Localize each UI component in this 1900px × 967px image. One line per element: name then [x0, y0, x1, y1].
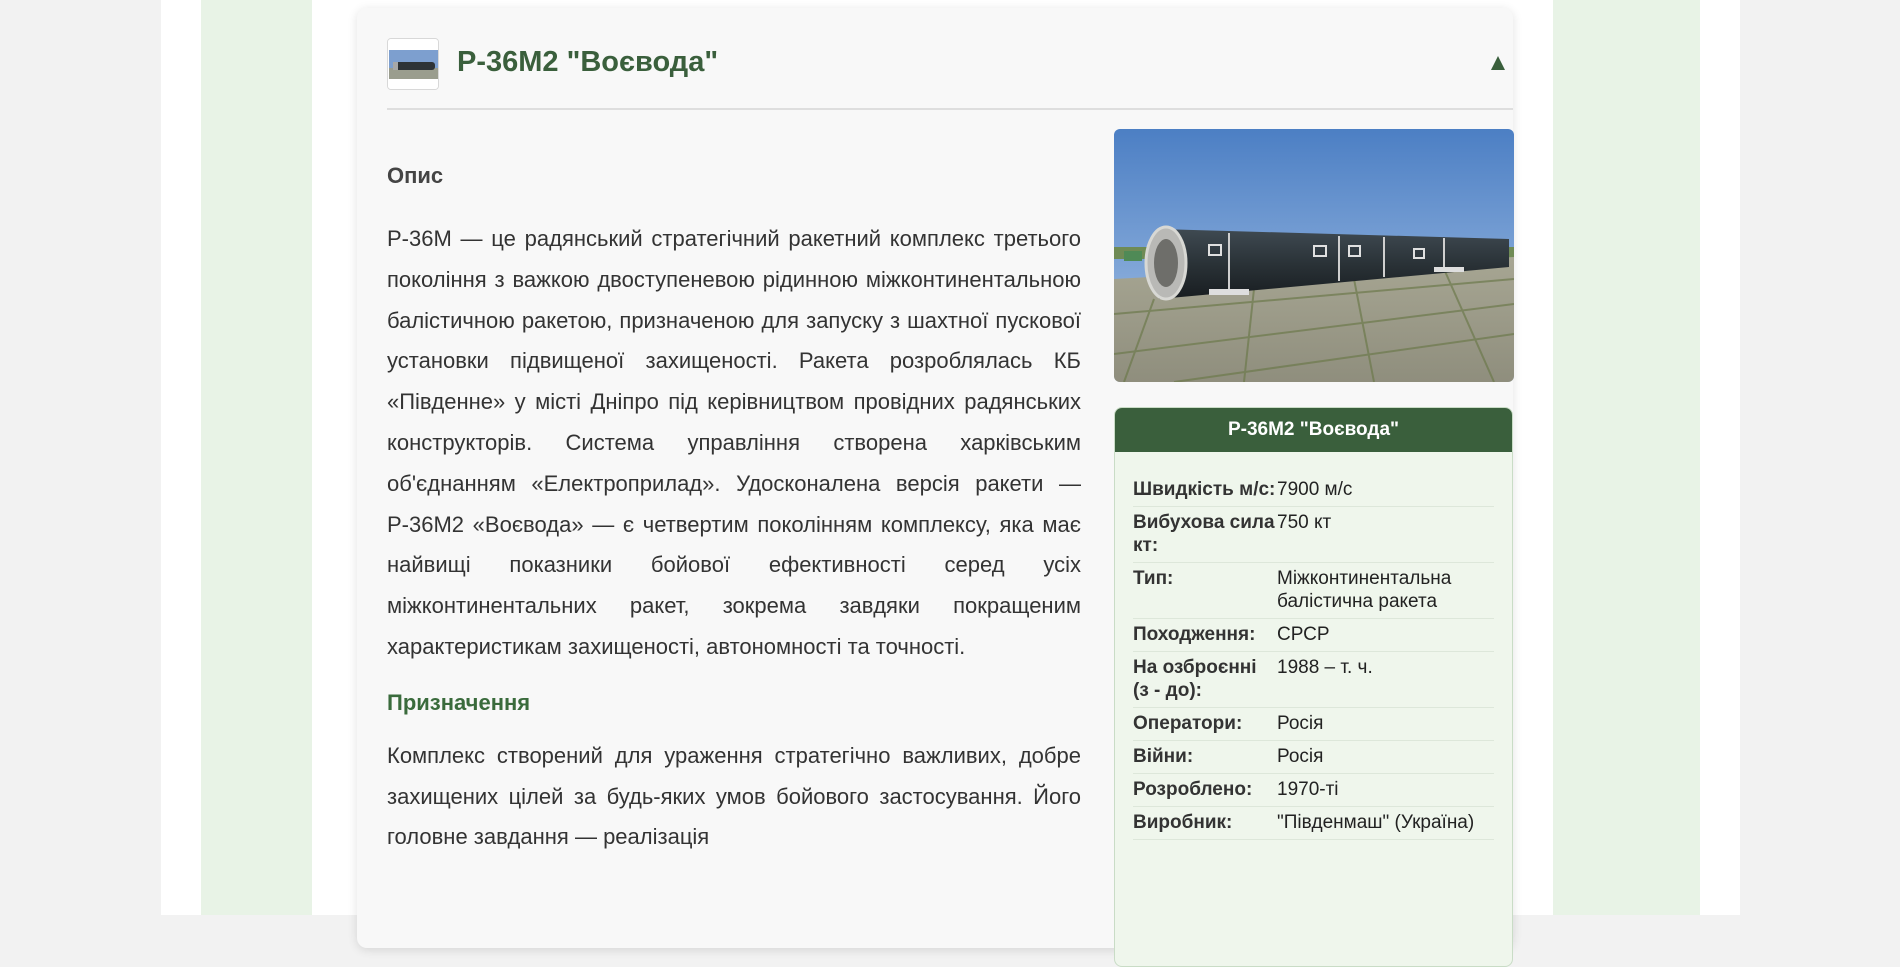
infobox-rows: Швидкість м/с: 7900 м/с Вибухова сила кт…: [1115, 452, 1512, 840]
infobox-value: Росія: [1277, 713, 1324, 734]
collapse-toggle-button[interactable]: ▲: [1483, 48, 1513, 78]
missile-photo: [1114, 129, 1514, 382]
card-header[interactable]: Р-36М2 "Воєвода" ▲: [387, 38, 1513, 110]
description-heading: Опис: [387, 163, 444, 188]
infobox-row: Тип: Міжконтинентальна балістична ракета: [1133, 563, 1494, 619]
missile-card: Р-36М2 "Воєвода" ▲ Опис Р-36М — це радян…: [357, 8, 1514, 967]
card-title: Р-36М2 "Воєвода": [457, 46, 719, 78]
infobox-row: Походження: СРСР: [1133, 619, 1494, 652]
infobox-key: Оператори:: [1133, 713, 1243, 734]
infobox-row: Розроблено: 1970-ті: [1133, 774, 1494, 807]
infobox-key: На озброєнні (з - до):: [1133, 657, 1257, 701]
infobox-value: 750 кт: [1277, 512, 1332, 533]
description-paragraph: Р-36М — це радянський стратегічний ракет…: [387, 226, 1081, 659]
infobox-value: "Південмаш" (Україна): [1277, 812, 1475, 833]
infobox-key: Походження:: [1133, 624, 1256, 645]
triangle-up-icon: ▲: [1486, 49, 1510, 76]
infobox-row: На озброєнні (з - до): 1988 – т. ч.: [1133, 652, 1494, 708]
infobox-title: Р-36М2 "Воєвода": [1115, 408, 1512, 452]
infobox-row: Виробник: "Південмаш" (Україна): [1133, 807, 1494, 840]
infobox-row: Швидкість м/с: 7900 м/с: [1133, 474, 1494, 507]
purpose-paragraph: Комплекс створений для ураження стратегі…: [387, 742, 1081, 850]
infobox-value: Міжконтинентальна балістична ракета: [1277, 568, 1452, 612]
infobox-value: Росія: [1277, 746, 1324, 767]
infobox-value: 1988 – т. ч.: [1277, 657, 1373, 678]
infobox-key: Розроблено:: [1133, 779, 1253, 800]
infobox-key: Швидкість м/с:: [1133, 479, 1276, 500]
purpose-heading: Призначення: [387, 689, 531, 715]
article-text: Опис Р-36М — це радянський стратегічний …: [387, 148, 1081, 858]
infobox-row: Оператори: Росія: [1133, 708, 1494, 741]
infobox-value: 7900 м/с: [1277, 479, 1353, 500]
infobox-value: 1970-ті: [1277, 779, 1339, 800]
infobox-key: Вибухова сила кт:: [1133, 512, 1275, 556]
infobox-row: Війни: Росія: [1133, 741, 1494, 774]
infobox-key: Виробник:: [1133, 812, 1233, 833]
infobox-key: Війни:: [1133, 746, 1194, 767]
infobox-value: СРСР: [1277, 624, 1330, 645]
infobox-row: Вибухова сила кт: 750 кт: [1133, 507, 1494, 563]
missile-thumbnail: [387, 38, 439, 90]
infobox-key: Тип:: [1133, 568, 1174, 589]
infobox: Р-36М2 "Воєвода" Швидкість м/с: 7900 м/с…: [1114, 407, 1513, 967]
